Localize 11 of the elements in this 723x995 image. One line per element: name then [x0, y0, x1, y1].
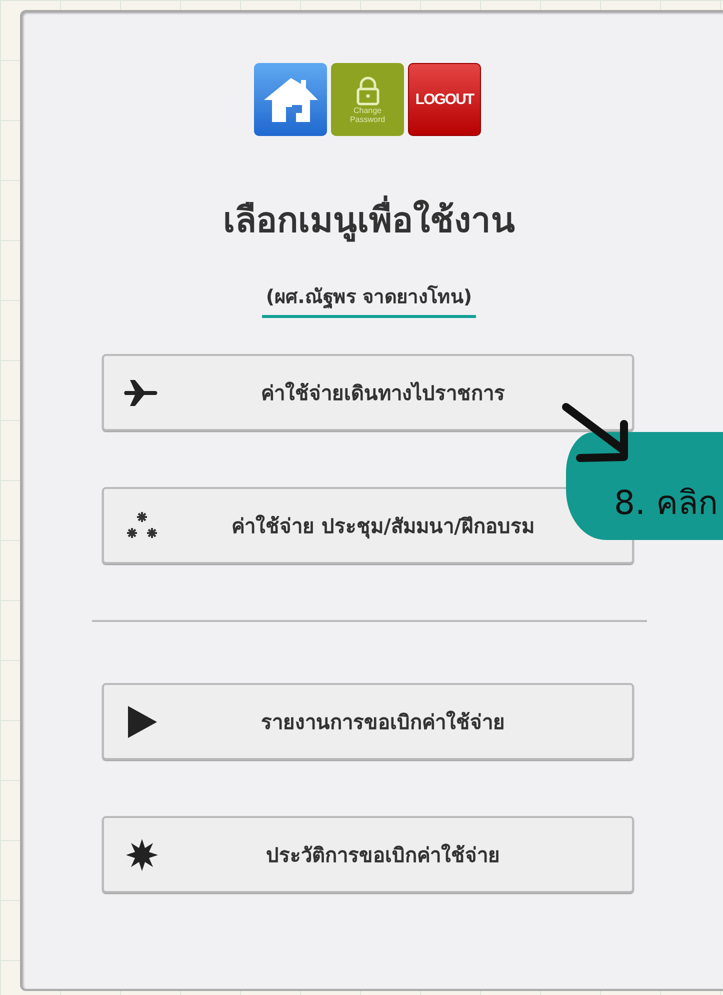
padlock-icon [354, 76, 380, 106]
play-icon [126, 704, 158, 738]
menu-button[interactable]: ประวัติการขอเบิกค่าใช้จ่าย [102, 816, 634, 893]
menu-button[interactable]: รายงานการขอเบิกค่าใช้จ่าย [102, 683, 634, 760]
annotation-note: 8. คลิก [566, 432, 723, 540]
starburst-icon [126, 838, 158, 870]
menu-button[interactable]: ค่าใช้จ่ายเดินทางไปราชการ [102, 354, 634, 431]
logout-button[interactable]: LOGOUT [408, 63, 481, 136]
user-name: (ผศ.ณัฐพร จาดยางโทน) [262, 281, 476, 318]
page-title: เลือกเมนูเพื่อใช้งาน [223, 192, 515, 247]
home-button[interactable] [254, 63, 327, 136]
